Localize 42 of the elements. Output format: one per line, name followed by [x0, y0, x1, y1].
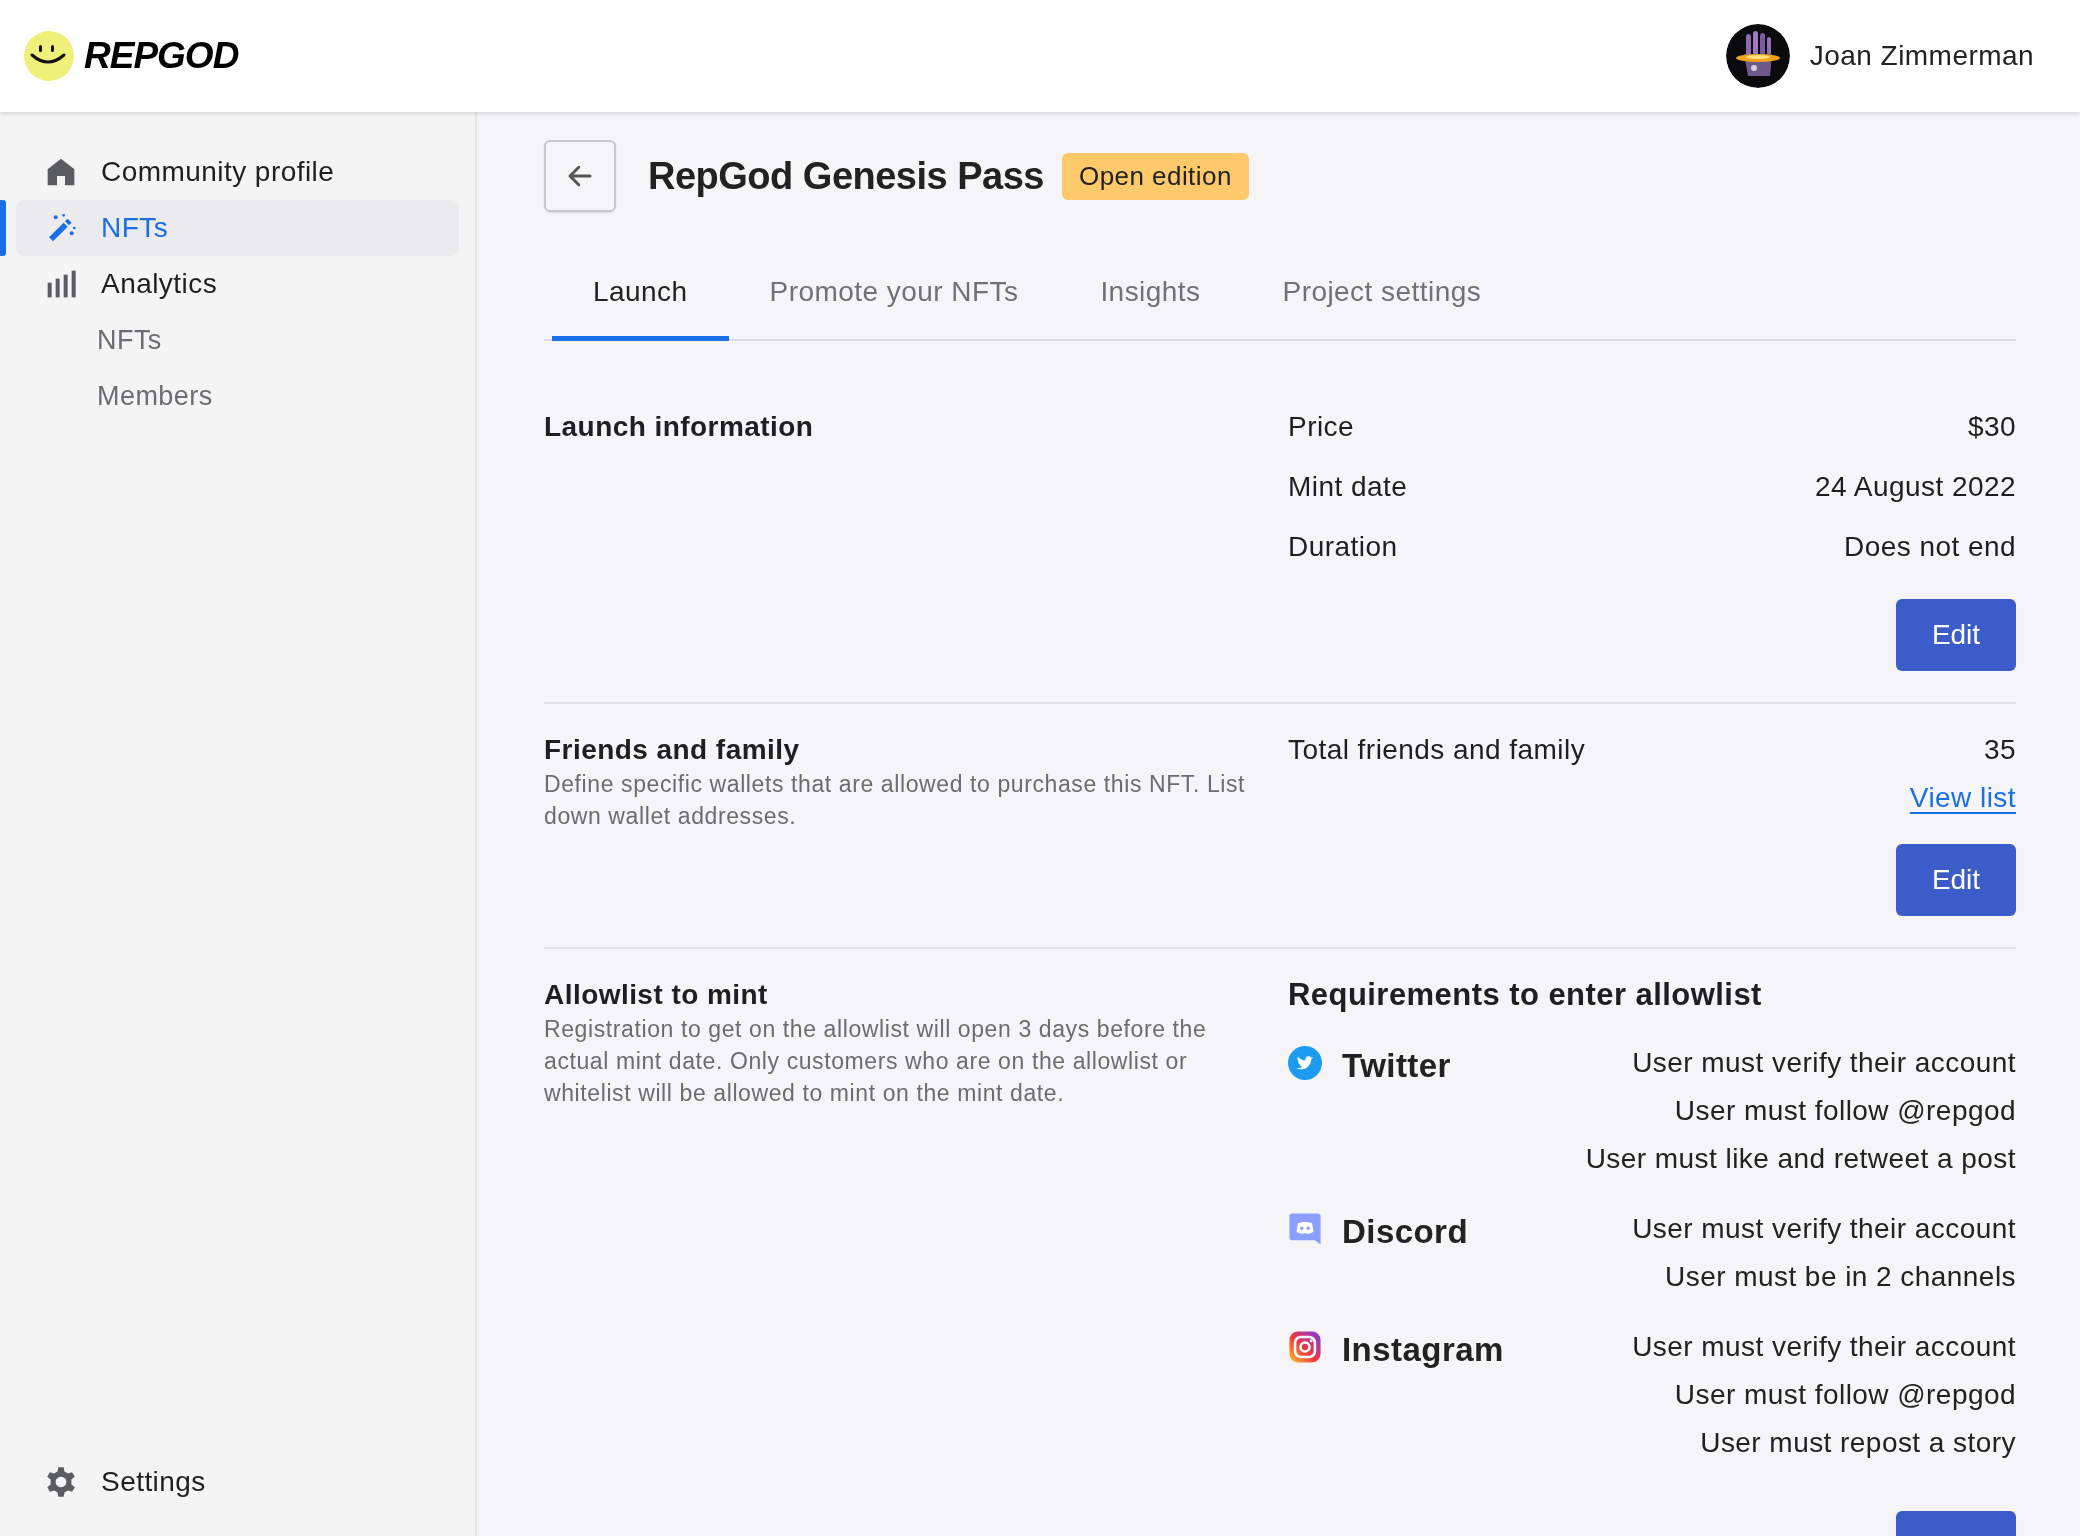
edition-badge: Open edition [1062, 152, 1249, 200]
requirement-text: User must verify their account [1632, 1330, 2016, 1364]
requirement-text: User must verify their account [1632, 1212, 2016, 1246]
sidebar-subitem[interactable]: NFTs [0, 312, 475, 368]
section-description: Define specific wallets that are allowed to purchase this NFT. List down wallet addresses. [544, 770, 1247, 831]
requirement-text: User must like and retweet a post [1585, 1142, 2016, 1176]
edit-button[interactable]: Edit [1896, 844, 2016, 916]
field-label: Total friends and family [1288, 733, 1586, 767]
field-value: 24 August 2022 [1815, 470, 2016, 504]
tab[interactable]: Project settings [1241, 276, 1523, 341]
platform-name: Twitter [1342, 1047, 1451, 1085]
tab[interactable]: Promote your NFTs [728, 276, 1060, 341]
platform-name: Instagram [1342, 1331, 1504, 1369]
tab[interactable]: Insights [1059, 276, 1242, 341]
field-value: $30 [1967, 410, 2016, 444]
page-title: RepGod Genesis Pass [648, 154, 1044, 198]
tab[interactable]: Launch [552, 276, 729, 341]
sidebar-item[interactable]: Analytics [16, 256, 459, 312]
settings-item[interactable]: Settings [16, 1454, 459, 1510]
requirement-text: User must follow @repgod [1674, 1378, 2016, 1412]
section-heading: Launch information [544, 410, 815, 444]
section-heading: Allowlist to mint [544, 978, 769, 1012]
field-label: Duration [1288, 530, 1398, 564]
sidebar-item[interactable]: Community profile [16, 144, 459, 200]
logo-text[interactable]: REPGOD [84, 35, 239, 77]
requirement-text: User must repost a story [1700, 1426, 2016, 1460]
field-value: Does not end [1844, 530, 2016, 564]
user-name[interactable]: Joan Zimmerman [1809, 40, 2034, 72]
view-list-link[interactable]: View list [1909, 774, 2016, 822]
requirements-title: Requirements to enter allowlist [1288, 976, 1763, 1014]
edit-button[interactable]: Edit [1896, 599, 2016, 671]
sidebar-item[interactable]: NFTs [16, 200, 459, 256]
requirement-text: User must follow @repgod [1674, 1094, 2016, 1128]
section-heading: Friends and family [544, 733, 801, 767]
section-description: Registration to get on the allowlist will open 3 days before the actual mint date. Only customers who are on the allowlist or whitelist will be allowed to mint on the mint date. [544, 1015, 1208, 1108]
field-label: Mint date [1288, 470, 1408, 504]
requirement-text: User must verify their account [1632, 1046, 2016, 1080]
field-label: Price [1288, 410, 1355, 444]
field-value: 35 [1983, 733, 2016, 767]
requirement-text: User must be in 2 channels [1665, 1260, 2016, 1294]
platform-name: Discord [1342, 1213, 1468, 1251]
sidebar-subitem[interactable]: Members [0, 368, 475, 424]
